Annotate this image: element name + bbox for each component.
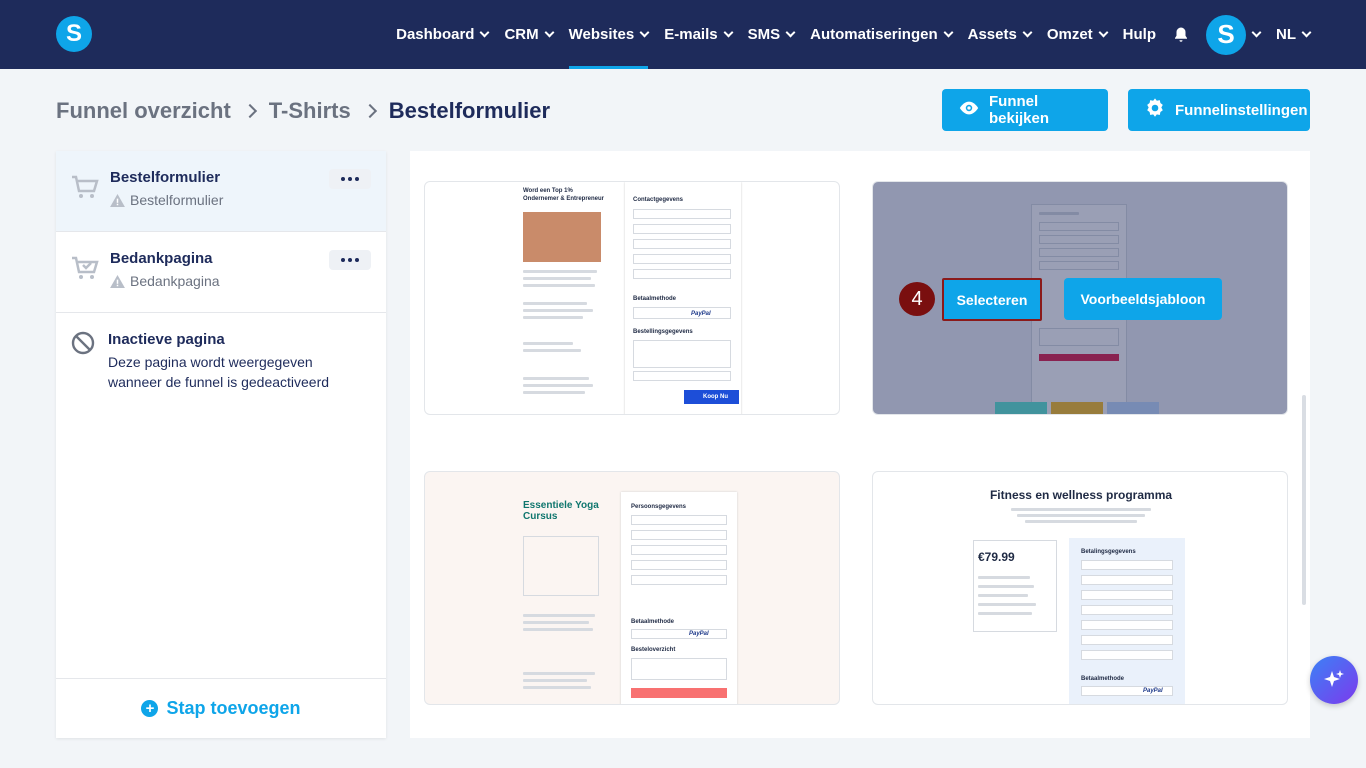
language-label: NL xyxy=(1276,26,1296,43)
step-number-badge: 4 xyxy=(899,282,935,316)
breadcrumb: Funnel overzicht T-Shirts Bestelformulie… xyxy=(56,96,550,126)
inactive-page-description: Deze pagina wordt weergegeven wanneer de… xyxy=(108,354,330,390)
funnel-step-thank-you[interactable]: Bedankpagina Bedankpagina xyxy=(56,232,386,313)
template-section-title: Betaalmethode xyxy=(633,296,677,302)
chevron-down-icon xyxy=(723,27,734,38)
paypal-logo: PayPal xyxy=(689,631,709,637)
step-subtitle: Bedankpagina xyxy=(110,273,386,289)
template-section-title: Betaalmethode xyxy=(1081,676,1125,682)
sparkles-icon xyxy=(1324,670,1344,687)
chevron-right-icon xyxy=(242,103,257,119)
step-options-button[interactable] xyxy=(329,250,371,270)
breadcrumb-current-page: Bestelformulier xyxy=(388,98,551,123)
template-section-title: Betalingsgegevens xyxy=(1081,549,1136,555)
step-subtitle-text: Bedankpagina xyxy=(130,273,220,289)
nav-emails[interactable]: E-mails xyxy=(664,0,734,69)
chevron-right-icon xyxy=(362,103,377,119)
language-selector[interactable]: NL xyxy=(1276,0,1312,69)
chevron-down-icon xyxy=(943,27,954,38)
template-section-title: Besteloverzicht xyxy=(631,647,676,653)
gear-icon xyxy=(1144,97,1166,123)
app-logo[interactable]: S xyxy=(56,16,92,52)
paypal-logo: PayPal xyxy=(691,311,711,317)
nav-label: SMS xyxy=(747,26,781,43)
nav-sms[interactable]: SMS xyxy=(747,0,796,69)
chevron-down-icon xyxy=(480,27,490,38)
chevron-down-icon xyxy=(785,27,796,38)
chevron-down-icon xyxy=(544,27,555,38)
view-funnel-label: Funnel bekijken xyxy=(989,93,1050,127)
nav-label: Dashboard xyxy=(396,26,475,43)
nav-label: Hulp xyxy=(1122,26,1156,43)
nav-revenue[interactable]: Omzet xyxy=(1046,0,1109,69)
nav-label: Automatiseringen xyxy=(810,26,938,43)
inactive-page-step[interactable]: Inactieve pagina Deze pagina wordt weerg… xyxy=(56,313,386,403)
chevron-down-icon xyxy=(1022,27,1033,38)
scrollbar[interactable] xyxy=(1302,395,1306,605)
preview-template-button[interactable]: Voorbeeldsjabloon xyxy=(1064,278,1222,320)
template-card-4[interactable]: Fitness en wellness programma €79.99 Bet… xyxy=(872,471,1288,705)
add-step-label: Stap toevoegen xyxy=(166,698,301,718)
add-step-button[interactable]: + Stap toevoegen xyxy=(56,678,386,738)
ban-icon xyxy=(71,331,95,355)
nav-help[interactable]: Hulp xyxy=(1123,0,1156,69)
template-card-3[interactable]: Essentiele Yoga Cursus Persoonsgegevens … xyxy=(424,471,840,705)
nav-label: CRM xyxy=(504,26,539,43)
funnel-steps-sidebar: Bestelformulier Bestelformulier Bedankpa… xyxy=(56,151,386,738)
nav-assets[interactable]: Assets xyxy=(967,0,1033,69)
nav-crm[interactable]: CRM xyxy=(504,0,555,69)
step-subtitle: Bestelformulier xyxy=(110,192,386,208)
nav-automations[interactable]: Automatiseringen xyxy=(810,0,954,69)
avatar: S xyxy=(1206,14,1246,55)
cart-icon xyxy=(72,175,99,198)
ai-assistant-button[interactable] xyxy=(1310,656,1358,704)
template-headline: Word een Top 1% Ondernemer & Entrepreneu… xyxy=(523,188,605,202)
template-section-title: Betaalmethode xyxy=(631,619,675,625)
top-navigation: S Dashboard CRM Websites E-mails SMS Aut… xyxy=(0,0,1366,69)
plus-icon: + xyxy=(141,700,159,717)
breadcrumb-funnel-overview[interactable]: Funnel overzicht xyxy=(56,98,231,124)
chevron-down-icon xyxy=(1098,27,1109,38)
eye-icon xyxy=(958,97,980,123)
step-subtitle-text: Bestelformulier xyxy=(130,192,224,208)
nav-dashboard[interactable]: Dashboard xyxy=(396,0,490,69)
template-card-1[interactable]: Word een Top 1% Ondernemer & Entrepreneu… xyxy=(424,181,840,415)
template-price: €79.99 xyxy=(978,550,1015,564)
main-menu: Dashboard CRM Websites E-mails SMS Autom… xyxy=(396,0,1312,69)
chevron-down-icon xyxy=(1301,27,1312,38)
template-section-title: Persoonsgegevens xyxy=(631,504,687,510)
account-menu[interactable]: S xyxy=(1206,0,1262,69)
paypal-logo: PayPal xyxy=(1143,688,1163,694)
buy-now-label: Koop Nu xyxy=(703,394,728,400)
template-section-title: Bestellingsgegevens xyxy=(633,329,693,335)
funnel-settings-label: Funnelinstellingen xyxy=(1175,101,1308,119)
template-headline: Essentiele Yoga Cursus xyxy=(523,500,599,522)
nav-label: E-mails xyxy=(664,26,718,43)
select-template-button[interactable]: Selecteren xyxy=(942,278,1042,321)
step-options-button[interactable] xyxy=(329,169,371,189)
warning-icon xyxy=(110,274,125,288)
template-headline: Fitness en wellness programma xyxy=(989,488,1173,502)
funnel-settings-button[interactable]: Funnelinstellingen xyxy=(1128,89,1310,131)
nav-label: Websites xyxy=(568,26,635,43)
template-gallery[interactable]: Word een Top 1% Ondernemer & Entrepreneu… xyxy=(410,151,1310,738)
warning-icon xyxy=(110,193,125,207)
chevron-down-icon xyxy=(1251,27,1262,38)
view-funnel-button[interactable]: Funnel bekijken xyxy=(942,89,1108,131)
template-image xyxy=(523,212,601,262)
nav-label: Assets xyxy=(967,26,1017,43)
template-section-title: Contactgegevens xyxy=(633,197,684,203)
inactive-page-title: Inactieve pagina xyxy=(108,331,225,348)
chevron-down-icon xyxy=(639,27,650,38)
notifications-button[interactable] xyxy=(1172,0,1190,69)
nav-label: Omzet xyxy=(1046,26,1093,43)
breadcrumb-funnel[interactable]: T-Shirts xyxy=(269,98,351,124)
nav-websites[interactable]: Websites xyxy=(568,0,650,69)
funnel-step-order-form[interactable]: Bestelformulier Bestelformulier xyxy=(56,151,386,232)
cart-check-icon xyxy=(72,256,99,279)
bell-icon xyxy=(1172,26,1190,44)
